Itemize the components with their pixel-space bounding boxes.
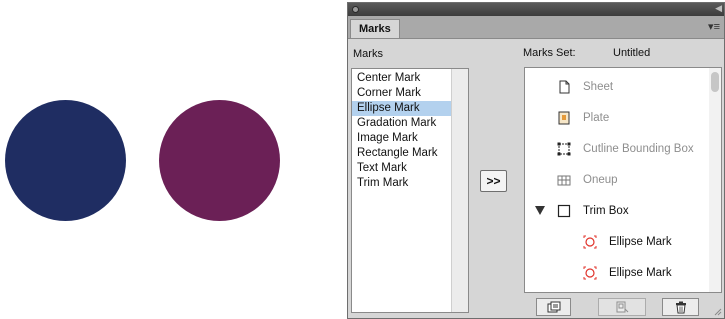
collapse-icon[interactable]: ◀ xyxy=(715,3,722,14)
plate-icon xyxy=(558,111,570,125)
plum-circle-graphic xyxy=(159,100,280,221)
list-item[interactable]: Text Mark xyxy=(352,161,451,176)
marks-list[interactable]: Center Mark Corner Mark Ellipse Mark Gra… xyxy=(351,68,469,313)
resize-grip-icon[interactable] xyxy=(714,308,722,316)
marks-panel: ◀ Marks ▾≡ Marks Marks Set: Untitled Cen… xyxy=(347,2,725,319)
tree-node-trimbox[interactable]: Trim Box xyxy=(525,202,715,220)
ellipse-mark-icon xyxy=(583,235,597,249)
edit-mark-icon xyxy=(616,301,629,313)
edit-mark-button[interactable] xyxy=(598,298,646,316)
marks-list-items: Center Mark Corner Mark Ellipse Mark Gra… xyxy=(352,71,451,191)
bounding-box-icon xyxy=(557,142,571,156)
tree-node-label: Ellipse Mark xyxy=(609,267,672,279)
marks-set-label: Marks Set: xyxy=(523,47,576,59)
trash-icon xyxy=(675,301,686,314)
tree-scrollbar-thumb[interactable] xyxy=(711,72,719,92)
tab-marks[interactable]: Marks xyxy=(350,19,400,38)
panel-menu-icon[interactable]: ▾≡ xyxy=(708,20,720,33)
list-item[interactable]: Trim Mark xyxy=(352,176,451,191)
marks-heading: Marks xyxy=(353,48,383,60)
list-item[interactable]: Image Mark xyxy=(352,131,451,146)
tree-node-label: Ellipse Mark xyxy=(609,236,672,248)
oneup-icon xyxy=(557,175,571,186)
tree-node-label: Plate xyxy=(583,112,610,124)
tree-node-label: Trim Box xyxy=(583,205,629,217)
tree-node-label: Oneup xyxy=(583,174,618,186)
document-icon xyxy=(559,80,570,94)
close-icon[interactable] xyxy=(352,6,359,13)
new-set-button[interactable] xyxy=(536,298,571,316)
list-item[interactable]: Corner Mark xyxy=(352,86,451,101)
square-icon xyxy=(557,204,571,218)
expand-triangle-icon[interactable] xyxy=(535,206,545,215)
marks-set-name: Untitled xyxy=(613,47,651,59)
tree-scrollbar[interactable] xyxy=(709,68,721,292)
panel-titlebar: ◀ xyxy=(348,3,724,16)
add-mark-button[interactable]: >> xyxy=(480,170,507,192)
list-item[interactable]: Rectangle Mark xyxy=(352,146,451,161)
tree-node-label: Cutline Bounding Box xyxy=(583,143,694,155)
ellipse-mark-icon xyxy=(583,266,597,280)
marks-set-tree[interactable]: Sheet Plate Cutline Bounding Box Oneup T… xyxy=(524,67,722,293)
delete-button[interactable] xyxy=(662,298,699,316)
list-item[interactable]: Center Mark xyxy=(352,71,451,86)
tree-node-label: Sheet xyxy=(583,81,614,93)
tab-bar: Marks ▾≡ xyxy=(348,16,724,39)
new-set-icon xyxy=(547,301,560,313)
marks-list-scrollbar[interactable] xyxy=(451,69,468,312)
list-item-selected[interactable]: Ellipse Mark xyxy=(352,101,451,116)
navy-circle-graphic xyxy=(5,100,126,221)
list-item[interactable]: Gradation Mark xyxy=(352,116,451,131)
